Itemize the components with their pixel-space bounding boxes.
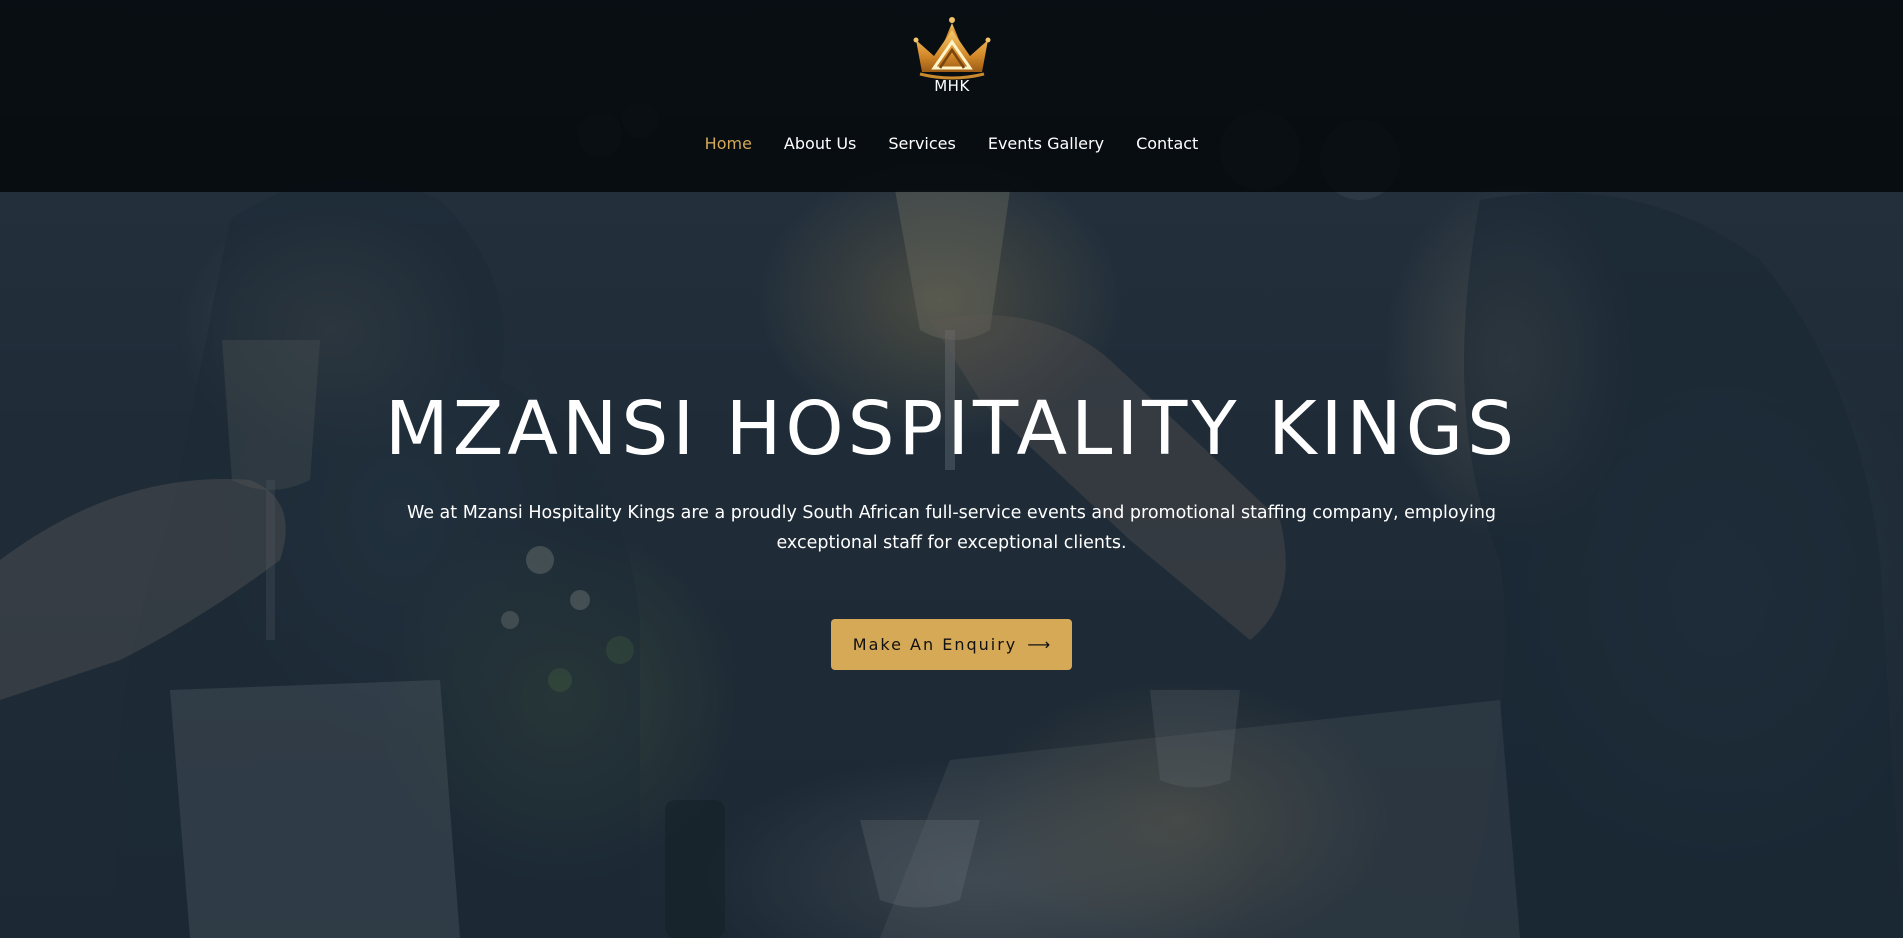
crown-icon bbox=[913, 17, 991, 80]
logo-text: MHK bbox=[934, 77, 970, 95]
hero-title: MZANSI HOSPITALITY KINGS bbox=[384, 386, 1519, 472]
main-navigation: Home About Us Services Events Gallery Co… bbox=[0, 130, 1903, 157]
page: MHK Home About Us Services Events Galler… bbox=[0, 0, 1903, 938]
cta-label: Make An Enquiry bbox=[852, 635, 1018, 654]
nav-item-services[interactable]: Services bbox=[872, 130, 971, 157]
nav-item-about-us[interactable]: About Us bbox=[768, 130, 872, 157]
make-an-enquiry-button[interactable]: Make An Enquiry ⟶ bbox=[831, 619, 1072, 670]
nav-item-events-gallery[interactable]: Events Gallery bbox=[972, 130, 1120, 157]
nav-item-contact[interactable]: Contact bbox=[1120, 130, 1214, 157]
hero-description: We at Mzansi Hospitality Kings are a pro… bbox=[406, 503, 1497, 553]
site-logo[interactable]: MHK bbox=[910, 16, 994, 98]
site-header: MHK Home About Us Services Events Galler… bbox=[0, 0, 1903, 192]
arrow-right-icon: ⟶ bbox=[1027, 635, 1051, 654]
nav-item-home[interactable]: Home bbox=[689, 130, 768, 157]
